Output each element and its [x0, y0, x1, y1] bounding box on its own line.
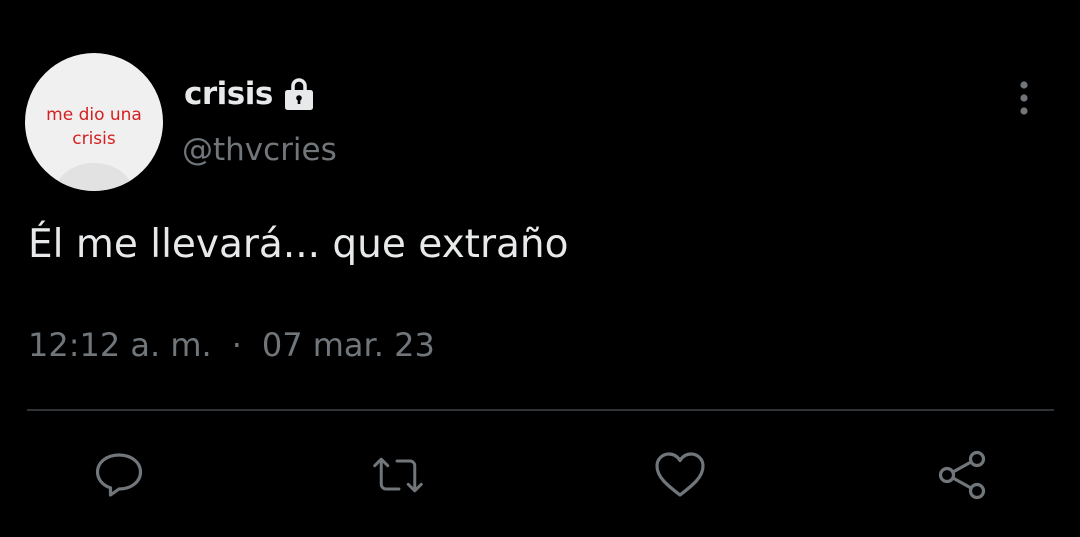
lock-icon: [279, 74, 319, 114]
reply-button[interactable]: [92, 448, 146, 502]
share-icon: [938, 450, 986, 500]
like-button[interactable]: [653, 448, 707, 502]
user-handle[interactable]: @thvcries: [182, 132, 337, 168]
share-button[interactable]: [935, 448, 989, 502]
more-options-button[interactable]: [1006, 78, 1042, 118]
avatar-caption-line2: crisis: [72, 129, 116, 149]
tweet-text: Él me llevará... que extraño: [28, 222, 569, 267]
tweet-time[interactable]: 12:12 a. m.: [28, 326, 212, 364]
tweet-date[interactable]: 07 mar. 23: [262, 326, 435, 364]
like-icon: [655, 452, 705, 497]
divider: [27, 409, 1054, 411]
tweet-metadata: 12:12 a. m. · 07 mar. 23: [28, 326, 435, 364]
reply-icon: [95, 453, 143, 497]
avatar-silhouette: [55, 163, 133, 191]
tweet-detail: me dio una crisis crisis @thvcries Él me…: [0, 0, 1080, 537]
retweet-button[interactable]: [371, 448, 425, 502]
author-name-row[interactable]: crisis: [184, 72, 319, 116]
display-name[interactable]: crisis: [184, 76, 273, 112]
more-vertical-icon: [1020, 81, 1028, 115]
retweet-icon: [373, 457, 423, 493]
meta-separator: ·: [231, 326, 242, 364]
avatar[interactable]: me dio una crisis: [25, 53, 163, 191]
avatar-caption: me dio una crisis: [25, 103, 163, 151]
avatar-caption-line1: me dio una: [46, 105, 142, 125]
